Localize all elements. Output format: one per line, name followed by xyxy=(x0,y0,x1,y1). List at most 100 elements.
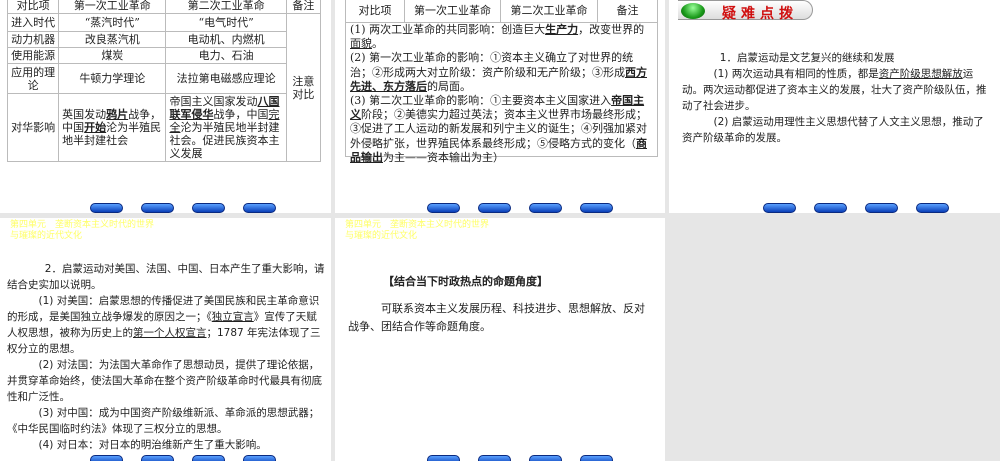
unit-title: 第四单元 垄断资本主义时代的世界 与璀璨的近代文化 xyxy=(345,220,489,242)
nav-button-1[interactable] xyxy=(90,203,123,213)
text-segment: (1) 两次运动具有相同的性质，都是 xyxy=(713,68,879,80)
row-label: 动力机器 xyxy=(6,31,60,48)
unit-title-line: 与璀璨的近代文化 xyxy=(345,231,418,241)
nav-button-3[interactable] xyxy=(529,203,562,213)
nav-button-4[interactable] xyxy=(243,455,276,461)
paragraph: (1) 两次工业革命的共同影响：创造巨大生产力，改变世界的面貌。 xyxy=(350,23,653,51)
nav-button-4[interactable] xyxy=(243,203,276,213)
text-segment: (4) 对日本：对日本的明治维新产生了重大影响。 xyxy=(38,439,267,451)
underlined-text: 面貌 xyxy=(350,37,372,51)
nav-buttons xyxy=(427,455,613,461)
table-header-row: 对比项 第一次工业革命 第二次工业革命 备注 xyxy=(345,0,658,23)
paragraph: (1) 对美国：启蒙思想的传播促进了美国民族和民主革命意识的形成，是美国独立战争… xyxy=(7,293,325,357)
slide-1: 对比项 第一次工业革命 第二次工业革命 备注 进入时代 “蒸汽时代” “电气时代… xyxy=(0,0,331,213)
underlined-text: 资产阶级思想解放 xyxy=(878,68,963,80)
nav-button-2[interactable] xyxy=(478,455,511,461)
nav-buttons xyxy=(763,203,949,213)
nav-button-3[interactable] xyxy=(192,203,225,213)
paragraph: (2) 对法国：为法国大革命作了思想动员，提供了理论依据，并贯穿革命始终，使法国… xyxy=(7,357,325,405)
text-segment: 。 xyxy=(372,37,383,51)
nav-button-1[interactable] xyxy=(763,203,796,213)
slide-3: 疑难点拨 1．启蒙运动是文艺复兴的继续和发展 (1) 两次运动具有相同的性质，都… xyxy=(669,0,1000,213)
nav-button-2[interactable] xyxy=(141,203,174,213)
content: 可联系资本主义发展历程、科技进步、思想解放、反对战争、团结合作等命题角度。 xyxy=(348,300,653,336)
header-cell: 对比项 xyxy=(6,0,60,14)
header-cell: 第二次工业革命 xyxy=(500,0,598,23)
impact-text-box: (1) 两次工业革命的共同影响：创造巨大生产力，改变世界的面貌。 (2) 第一次… xyxy=(345,22,658,164)
unit-title-line: 与璀璨的近代文化 xyxy=(10,231,83,241)
key-term: 生产力 xyxy=(545,23,579,36)
paragraph: (4) 对日本：对日本的明治维新产生了重大影响。 xyxy=(7,437,325,453)
cell: 煤炭 xyxy=(58,47,167,64)
table-row: 进入时代 “蒸汽时代” “电气时代” 注意对比 xyxy=(6,13,322,162)
section-header: 疑难点拨 xyxy=(678,0,813,22)
paragraph: (1) 两次运动具有相同的性质，都是资产阶级思想解放运动。两次运动都促进了资本主… xyxy=(682,66,987,114)
text-segment: 1．启蒙运动是文艺复兴的继续和发展 xyxy=(719,52,895,64)
text-segment: 沦为半殖民地半封建社会。促进民族资本主义发展 xyxy=(169,121,280,160)
heading: 【结合当下时政热点的命题角度】 xyxy=(383,275,548,288)
cell: 法拉第电磁感应理论 xyxy=(165,63,287,94)
unit-title: 第四单元 垄断资本主义时代的世界 与璀璨的近代文化 xyxy=(10,220,154,242)
nav-button-2[interactable] xyxy=(814,203,847,213)
nav-button-2[interactable] xyxy=(141,455,174,461)
nav-button-1[interactable] xyxy=(427,455,460,461)
content: 2．启蒙运动对美国、法国、中国、日本产生了重大影响，请结合史实加以说明。 (1)… xyxy=(7,261,325,453)
nav-button-4[interactable] xyxy=(580,455,613,461)
nav-buttons xyxy=(90,203,276,213)
header-cell: 第一次工业革命 xyxy=(404,0,501,23)
text-segment: 战争，中国 xyxy=(213,108,269,121)
table-header-row: 对比项 第一次工业革命 第二次工业革命 备注 xyxy=(6,0,322,14)
text-segment: (3) 第二次工业革命的影响：①主要资本主义国家进入 xyxy=(350,94,612,108)
text-segment: 阶段；②美德实力超过英法；资本主义世界市场最终形成；③促进了工人运动的新发展和列… xyxy=(350,108,647,150)
slide-2: 对比项 第一次工业革命 第二次工业革命 备注 (1) 两次工业革命的共同影响：创… xyxy=(335,0,665,213)
paragraph: 2．启蒙运动对美国、法国、中国、日本产生了重大影响，请结合史实加以说明。 xyxy=(7,261,325,293)
key-term: 鸦片 xyxy=(106,108,129,121)
text-segment: 为主——资本输出为主） xyxy=(383,150,504,164)
underlined-text: 独立宣言 xyxy=(211,311,254,323)
cell: “电气时代” xyxy=(165,13,287,32)
cell: 牛顿力学理论 xyxy=(58,63,167,94)
nav-button-1[interactable] xyxy=(90,455,123,461)
nav-button-2[interactable] xyxy=(478,203,511,213)
text-segment: 可联系资本主义发展历程、科技进步、思想解放、反对战争、团结合作等命题角度。 xyxy=(348,302,645,333)
nav-button-1[interactable] xyxy=(427,203,460,213)
nav-button-4[interactable] xyxy=(580,203,613,213)
text-segment: 帝国主义国家发动 xyxy=(169,95,258,108)
cell-impact-second: 帝国主义国家发动八国联军侵华战争，中国完全沦为半殖民地半封建社会。促进民族资本主… xyxy=(165,93,287,162)
header-cell: 备注 xyxy=(597,0,658,23)
text-segment: (3) 对中国：成为中国资产阶级维新派、革命派的思想武器；《中华民国临时约法》体… xyxy=(7,407,320,435)
text-segment: ，改变世界的 xyxy=(578,23,645,36)
slide-5: 第四单元 垄断资本主义时代的世界 与璀璨的近代文化 【结合当下时政热点的命题角度… xyxy=(335,218,665,461)
paragraph: (3) 对中国：成为中国资产阶级维新派、革命派的思想武器；《中华民国临时约法》体… xyxy=(7,405,325,437)
text-segment: 2．启蒙运动对美国、法国、中国、日本产生了重大影响，请结合史实加以说明。 xyxy=(7,263,325,291)
header-cell: 第一次工业革命 xyxy=(58,0,167,14)
text-segment: (2) 第一次工业革命的影响：①资本主义确立了对世界的统治；②形成两大对立阶级：… xyxy=(350,51,634,79)
nav-button-3[interactable] xyxy=(865,203,898,213)
cell: 电动机、内燃机 xyxy=(165,31,287,48)
row-label: 使用能源 xyxy=(6,47,60,64)
table-row: 对华影响 英国发动鸦片战争，中国开始沦为半殖民地半封建社会 帝国主义国家发动八国… xyxy=(6,93,321,162)
comparison-table-header: 对比项 第一次工业革命 第二次工业革命 备注 xyxy=(345,0,658,23)
text-segment: (1) 两次工业革命的共同影响：创造巨大 xyxy=(350,23,546,36)
text-segment: (2) 启蒙运动用理性主义思想代替了人文主义思想，推动了资产阶级革命的发展。 xyxy=(682,116,984,144)
paragraph: 可联系资本主义发展历程、科技进步、思想解放、反对战争、团结合作等命题角度。 xyxy=(348,300,653,336)
empty-slot xyxy=(669,218,1000,461)
cell: 电力、石油 xyxy=(165,47,287,64)
row-label: 对华影响 xyxy=(6,93,60,162)
paragraph: 1．启蒙运动是文艺复兴的继续和发展 xyxy=(682,50,987,66)
section-title: 疑难点拨 xyxy=(722,6,798,22)
nav-button-3[interactable] xyxy=(192,455,225,461)
nav-button-3[interactable] xyxy=(529,455,562,461)
nav-button-4[interactable] xyxy=(916,203,949,213)
paragraph: (2) 启蒙运动用理性主义思想代替了人文主义思想，推动了资产阶级革命的发展。 xyxy=(682,114,987,146)
table-row: 应用的理论 牛顿力学理论 法拉第电磁感应理论 xyxy=(6,63,321,94)
slide-4: 第四单元 垄断资本主义时代的世界 与璀璨的近代文化 2．启蒙运动对美国、法国、中… xyxy=(0,218,331,461)
text-segment: (2) 对法国：为法国大革命作了思想动员，提供了理论依据，并贯穿革命始终，使法国… xyxy=(7,359,322,403)
note-cell: 注意对比 xyxy=(285,13,322,162)
header-cell: 第二次工业革命 xyxy=(165,0,287,14)
content: 1．启蒙运动是文艺复兴的继续和发展 (1) 两次运动具有相同的性质，都是资产阶级… xyxy=(682,50,987,146)
text-segment: 英国发动 xyxy=(62,108,107,121)
nav-buttons xyxy=(427,203,613,213)
unit-title-line: 第四单元 垄断资本主义时代的世界 xyxy=(10,220,155,230)
nav-buttons xyxy=(90,455,276,461)
